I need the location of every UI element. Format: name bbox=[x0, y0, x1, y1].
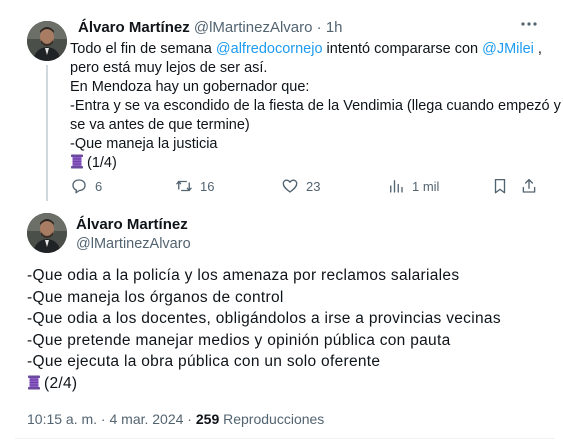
tweet1-line-2: pero está muy lejos de ser así. bbox=[70, 60, 268, 76]
bottom-divider bbox=[15, 438, 555, 439]
tweet2-line: -Que odia a los docentes, obligándolos a… bbox=[27, 310, 501, 327]
separator-dot: · bbox=[316, 19, 322, 36]
tweet-time[interactable]: 1h bbox=[326, 19, 343, 36]
tweet2-line: -Que maneja los órganos de control bbox=[27, 288, 284, 306]
tweet2-line: -Que pretende manejar medios y opinión p… bbox=[27, 331, 451, 349]
tweet1-line-4: -Entra y se va escondido de la fiesta de… bbox=[70, 98, 561, 114]
share-icon bbox=[522, 178, 536, 193]
avatar-photo bbox=[27, 21, 67, 61]
avatar[interactable] bbox=[27, 21, 67, 61]
thread-spool-emoji bbox=[28, 375, 40, 389]
bookmark-icon bbox=[494, 178, 506, 194]
tweet1-line-7: (1/4) bbox=[70, 154, 561, 173]
more-dots-icon[interactable] bbox=[520, 15, 538, 38]
thread-connector-line bbox=[46, 65, 48, 201]
tweet1-text: Todo el fin de semana @alfredocornejo in… bbox=[70, 40, 561, 173]
tweet1-header: Álvaro Martínez @lMartinezAlvaro · 1h bbox=[78, 19, 343, 36]
tweet2-counter-line: (2/4) bbox=[27, 373, 501, 395]
reply-button[interactable]: 6 bbox=[70, 177, 102, 195]
text-segment: Todo el fin de semana bbox=[70, 41, 216, 57]
tweet1-line-6: -Que maneja la justicia bbox=[70, 136, 218, 152]
views-count: 1 mil bbox=[412, 178, 440, 194]
text-segment: , bbox=[533, 41, 542, 57]
tweet2-line: -Que ejecuta la obra pública con un solo… bbox=[27, 353, 381, 370]
views-chart-icon bbox=[390, 180, 403, 193]
views-count: 259 bbox=[195, 411, 220, 427]
thread-counter: (2/4) bbox=[44, 374, 78, 392]
repost-icon bbox=[176, 180, 192, 192]
tweet1-line-1: Todo el fin de semana @alfredocornejo in… bbox=[70, 40, 561, 59]
text-segment: intentó compararse con bbox=[322, 41, 483, 57]
mention-link[interactable]: @JMilei bbox=[482, 41, 534, 57]
tweet-meta: 10:15 a. m. · 4 mar. 2024 · 259 Reproduc… bbox=[27, 411, 324, 427]
repost-button[interactable]: 16 bbox=[175, 177, 214, 195]
avatar-photo bbox=[27, 213, 67, 253]
views-button[interactable]: 1 mil bbox=[387, 177, 439, 195]
like-count: 23 bbox=[306, 178, 321, 194]
bookmark-button[interactable] bbox=[491, 177, 509, 195]
author-handle[interactable]: @lMartinezAlvaro bbox=[194, 19, 313, 36]
avatar[interactable] bbox=[27, 213, 67, 253]
tweet1-line-5: se va antes de que termine) bbox=[70, 117, 250, 133]
mention-link[interactable]: @alfredocornejo bbox=[216, 41, 323, 57]
reply-icon bbox=[72, 179, 86, 194]
heart-icon bbox=[282, 179, 298, 193]
reply-count: 6 bbox=[95, 178, 103, 194]
repost-count: 16 bbox=[200, 178, 215, 194]
like-button[interactable]: 23 bbox=[281, 177, 320, 195]
share-button[interactable] bbox=[520, 177, 538, 195]
author-handle[interactable]: @lMartinezAlvaro bbox=[76, 236, 191, 252]
author-name[interactable]: Álvaro Martínez bbox=[78, 19, 190, 36]
tweet1-line-3: En Mendoza hay un gobernador que: bbox=[70, 79, 310, 95]
tweet2-line: -Que odia a la policía y los amenaza por… bbox=[27, 267, 460, 284]
views-label: Reproducciones bbox=[223, 411, 325, 427]
author-name[interactable]: Álvaro Martínez bbox=[76, 216, 188, 233]
tweet-timestamp[interactable]: 10:15 a. m. · 4 mar. 2024 · bbox=[27, 411, 192, 427]
thread-spool-emoji bbox=[71, 154, 83, 169]
tweet2-text: -Que odia a la policía y los amenaza por… bbox=[27, 265, 501, 394]
thread-counter: (1/4) bbox=[87, 155, 117, 171]
